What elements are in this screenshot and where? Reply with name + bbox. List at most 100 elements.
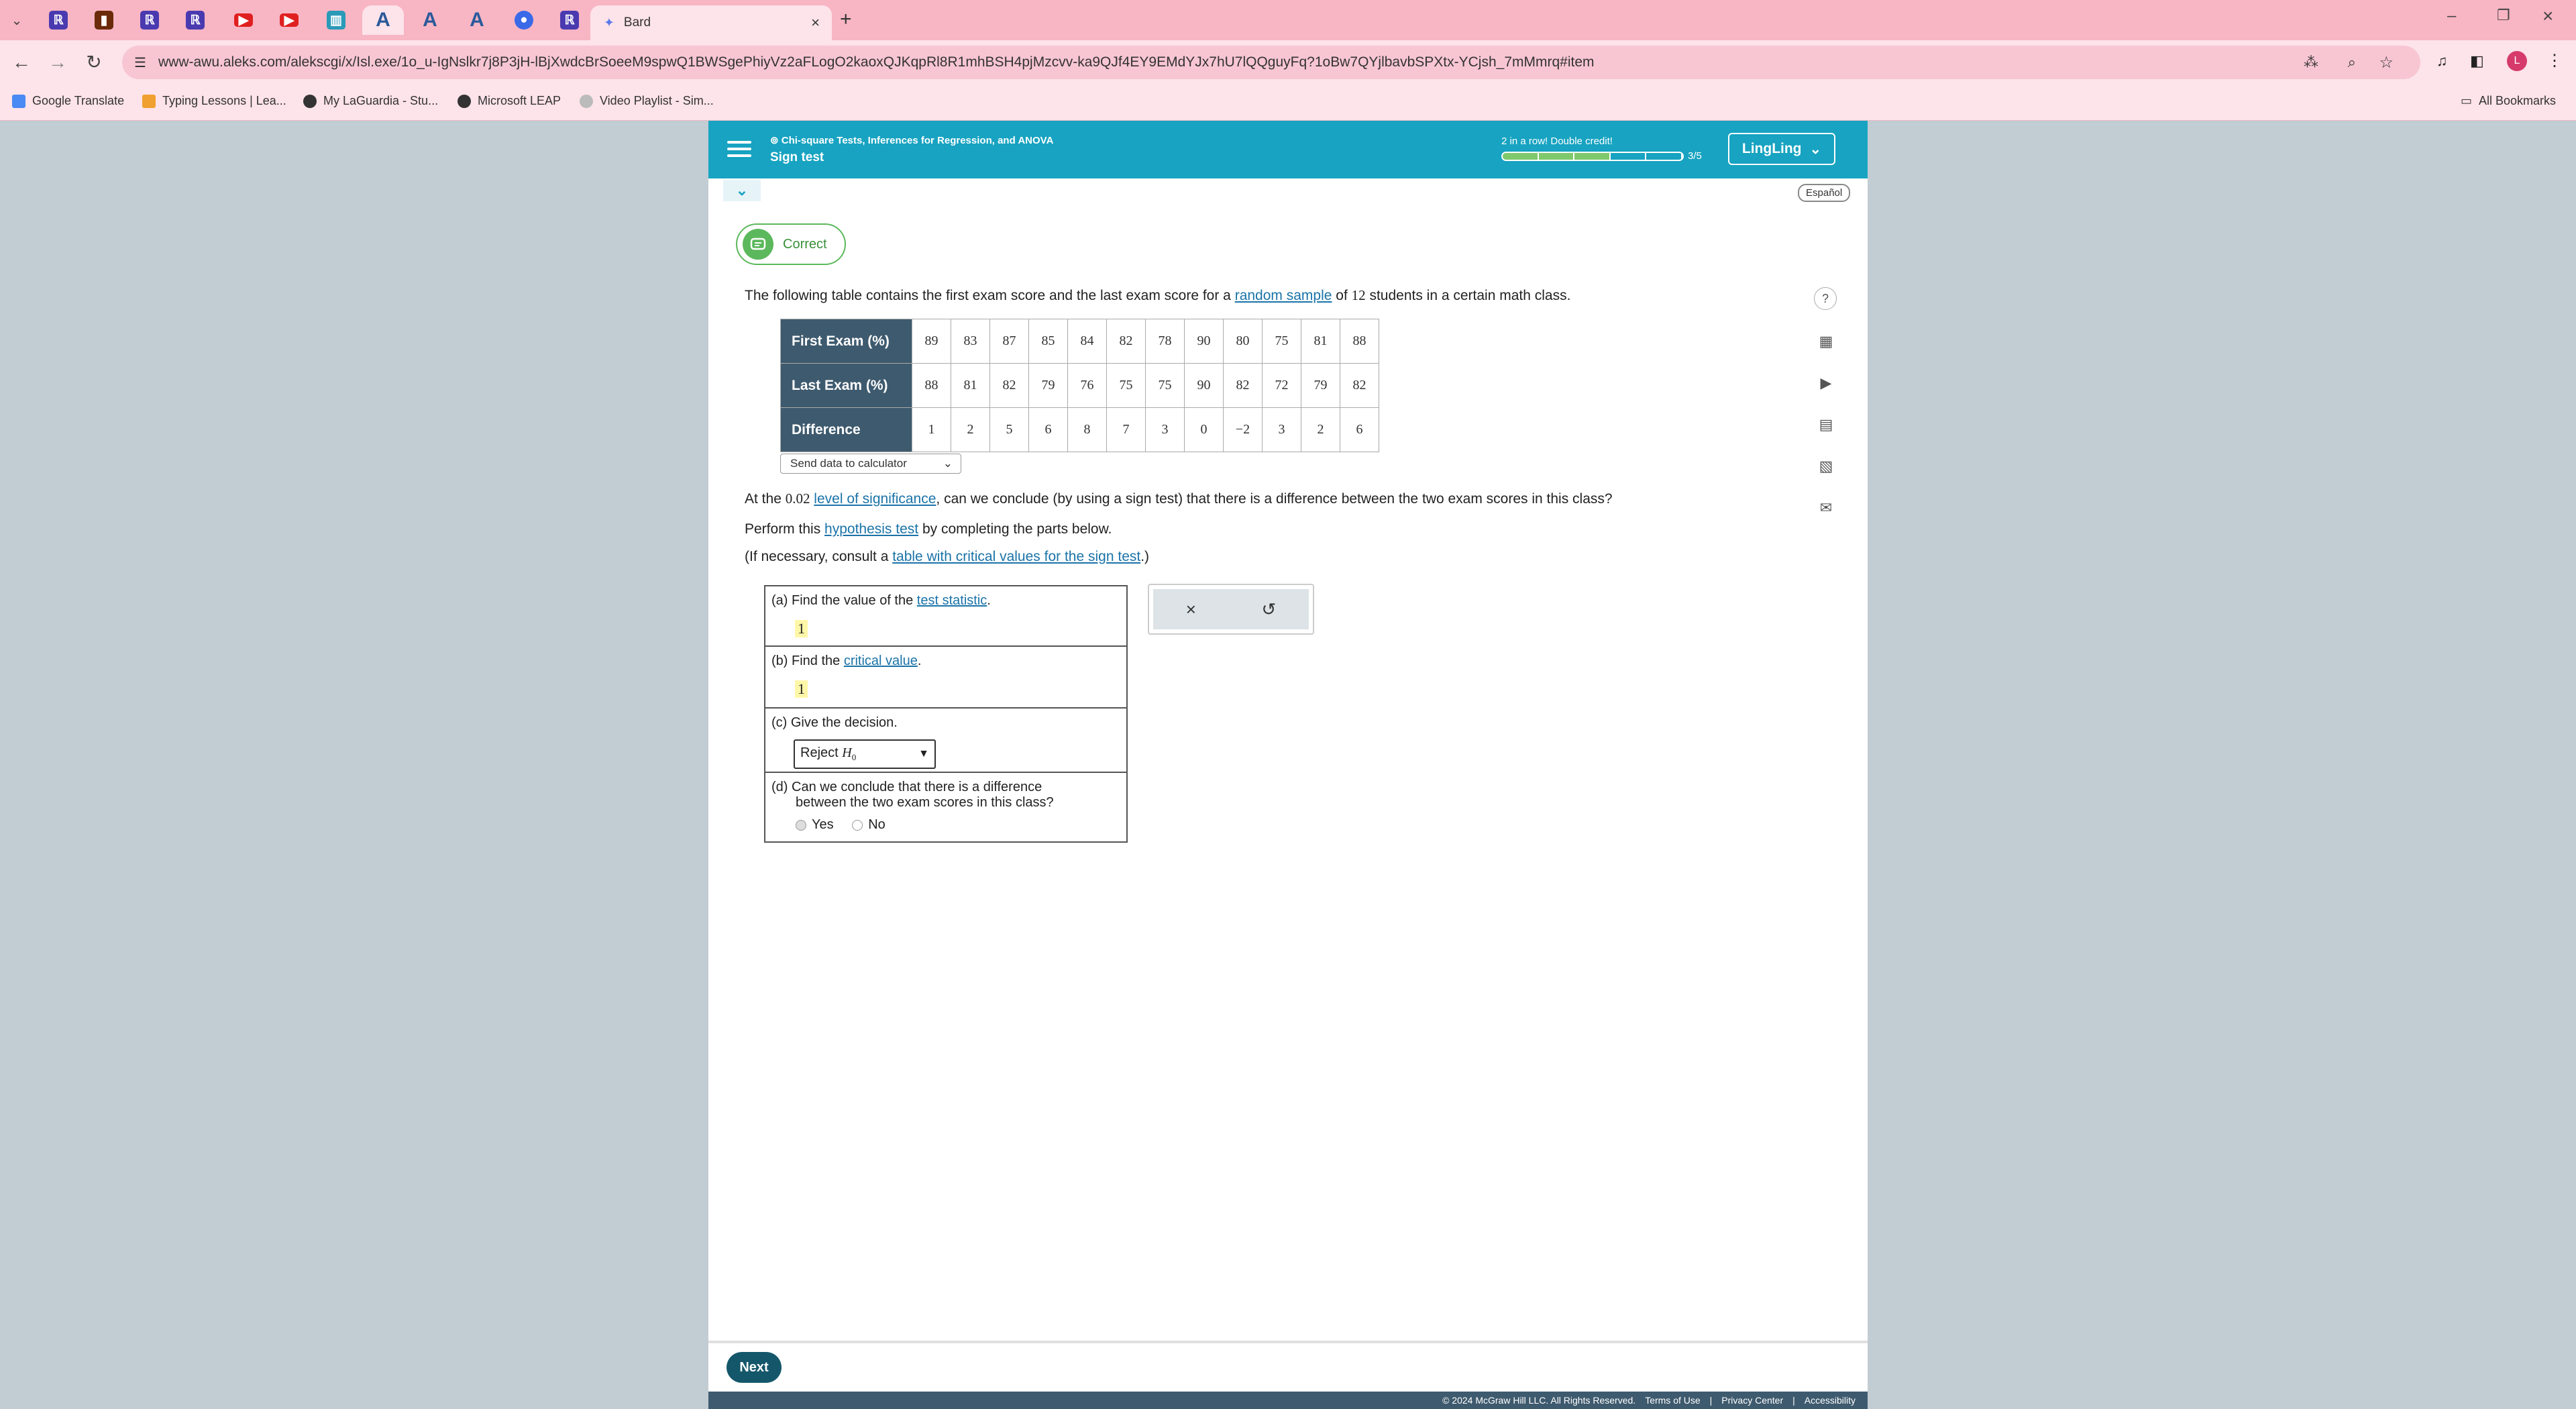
- progress-count: 3/5: [1688, 150, 1702, 162]
- folder-icon: ▭: [2461, 94, 2473, 107]
- critical-values-table-link[interactable]: table with critical values for the sign …: [892, 549, 1140, 564]
- progress-segment: [1646, 153, 1682, 160]
- tab[interactable]: ℝ: [174, 5, 216, 35]
- bookmark-item[interactable]: Typing Lessons | Lea...: [142, 94, 286, 108]
- table-cell: 81: [951, 363, 990, 408]
- table-row: Last Exam (%) 88 81 82 79 76 75 75 90 82 72 79 82: [780, 363, 1379, 408]
- tab[interactable]: A: [409, 5, 451, 35]
- terms-link[interactable]: Terms of Use: [1645, 1395, 1700, 1406]
- table-cell: 75: [1106, 363, 1146, 408]
- progress-segment: [1538, 153, 1575, 160]
- table-cell: 75: [1262, 319, 1301, 364]
- hypothesis-test-link[interactable]: hypothesis test: [824, 521, 918, 537]
- tab[interactable]: ▶: [223, 5, 264, 35]
- all-bookmarks[interactable]: ▭ All Bookmarks: [2461, 94, 2556, 108]
- textbook-icon[interactable]: ▤: [1814, 413, 1838, 437]
- radio-no[interactable]: No: [852, 817, 885, 833]
- star-icon[interactable]: ☆: [2379, 53, 2394, 72]
- media-icon[interactable]: ♫: [2436, 52, 2448, 70]
- table-cell: 72: [1262, 363, 1301, 408]
- keyboard-icon: [142, 94, 156, 108]
- site-info-icon[interactable]: ☰: [134, 54, 146, 71]
- significance-link[interactable]: level of significance: [814, 491, 936, 507]
- table-cell: 82: [1340, 363, 1379, 408]
- restore-button[interactable]: ❐: [2497, 7, 2510, 24]
- profile-avatar[interactable]: L: [2507, 51, 2527, 71]
- table-cell: 83: [951, 319, 990, 364]
- table-cell: 3: [1262, 407, 1301, 452]
- tab[interactable]: A: [456, 5, 498, 35]
- tab[interactable]: ℝ: [38, 5, 79, 35]
- progress-segment: [1611, 153, 1647, 160]
- undo-button[interactable]: ↺: [1261, 599, 1276, 620]
- accessibility-link[interactable]: Accessibility: [1805, 1395, 1856, 1406]
- table-cell: 82: [1106, 319, 1146, 364]
- data-table: First Exam (%) 89 83 87 85 84 82 78 90 80 75 81 88 La…: [780, 319, 1379, 452]
- table-cell: 78: [1145, 319, 1185, 364]
- feedback-icon: [743, 229, 773, 260]
- bookmark-item[interactable]: Microsoft LEAP: [458, 94, 561, 108]
- bookmark-item[interactable]: Video Playlist - Sim...: [580, 94, 714, 108]
- table-cell: 6: [1340, 407, 1379, 452]
- user-menu-button[interactable]: LingLing ⌄: [1728, 133, 1835, 165]
- help-icon[interactable]: ?: [1814, 287, 1837, 310]
- language-button[interactable]: Español: [1798, 184, 1851, 202]
- table-cell: 80: [1223, 319, 1263, 364]
- reload-button[interactable]: ↻: [83, 52, 105, 72]
- more-menu-icon[interactable]: ⋮: [2546, 51, 2563, 70]
- bookmark-item[interactable]: Google Translate: [12, 94, 124, 108]
- tab[interactable]: ℝ: [129, 5, 170, 35]
- zoom-icon[interactable]: ⌕: [2348, 54, 2356, 71]
- critical-value-link[interactable]: critical value: [844, 654, 918, 668]
- new-tab-button[interactable]: +: [840, 8, 852, 31]
- calculator-icon[interactable]: ▦: [1814, 329, 1838, 354]
- progress-segment: [1574, 153, 1611, 160]
- critical-value-input[interactable]: 1: [795, 680, 808, 698]
- radio-dot: [796, 819, 806, 831]
- back-button[interactable]: ←: [11, 52, 32, 72]
- tab-search-button[interactable]: ⌄: [0, 5, 34, 35]
- random-sample-link[interactable]: random sample: [1235, 288, 1332, 303]
- part-c: (c) Give the decision. Reject H0 ▼: [765, 709, 1126, 773]
- close-icon[interactable]: ×: [811, 14, 820, 32]
- progress-bar: [1501, 152, 1684, 161]
- tab[interactable]: A: [362, 5, 404, 35]
- progress-segment: [1503, 153, 1539, 160]
- bookmark-item[interactable]: My LaGuardia - Stu...: [303, 94, 438, 108]
- decision-select[interactable]: Reject H0 ▼: [794, 739, 936, 769]
- table-cell: 90: [1184, 319, 1224, 364]
- send-to-calculator-select[interactable]: Send data to calculator ⌄: [780, 454, 961, 474]
- mail-icon[interactable]: ✉: [1814, 496, 1838, 520]
- next-button[interactable]: Next: [727, 1352, 782, 1383]
- table-row: Difference 1 2 5 6 8 7 3 0 −2 3 2 6: [780, 407, 1379, 452]
- side-panel-icon[interactable]: ◧: [2470, 52, 2484, 70]
- hamburger-menu-button[interactable]: [727, 137, 751, 161]
- chat-icon: ●: [515, 11, 533, 30]
- video-icon[interactable]: ▶: [1814, 371, 1838, 395]
- forward-button[interactable]: →: [47, 52, 68, 72]
- test-statistic-link[interactable]: test statistic: [917, 593, 987, 608]
- clear-button[interactable]: ×: [1186, 599, 1196, 620]
- minimize-button[interactable]: –: [2447, 7, 2456, 25]
- chevron-down-icon: ⌄: [1809, 141, 1822, 157]
- radio-yes[interactable]: Yes: [796, 817, 834, 833]
- data-icon[interactable]: ▧: [1814, 454, 1838, 478]
- table-cell: 5: [989, 407, 1029, 452]
- tab[interactable]: ℝ: [549, 5, 590, 35]
- part-d: (d) Can we conclude that there is a diff…: [771, 780, 1054, 833]
- window-close-button[interactable]: ×: [2542, 5, 2553, 27]
- address-bar[interactable]: ☰ www-awu.aleks.com/alekscgi/x/Isl.exe/1…: [122, 46, 2420, 79]
- tab[interactable]: ▮: [83, 5, 125, 35]
- test-statistic-input[interactable]: 1: [795, 620, 808, 637]
- tab[interactable]: ●: [503, 5, 545, 35]
- translate-icon[interactable]: ⁂: [2304, 54, 2318, 71]
- row-header: Difference: [780, 407, 912, 452]
- privacy-link[interactable]: Privacy Center: [1721, 1395, 1783, 1406]
- tab-active[interactable]: ✦ Bard ×: [590, 5, 832, 40]
- video-icon: [580, 94, 593, 108]
- table-cell: 89: [912, 319, 951, 364]
- consult-text: (If necessary, consult a table with crit…: [745, 549, 1150, 564]
- tab[interactable]: ▥: [315, 5, 357, 35]
- tab[interactable]: ▶: [268, 5, 310, 35]
- collapse-button[interactable]: ⌄: [723, 180, 761, 201]
